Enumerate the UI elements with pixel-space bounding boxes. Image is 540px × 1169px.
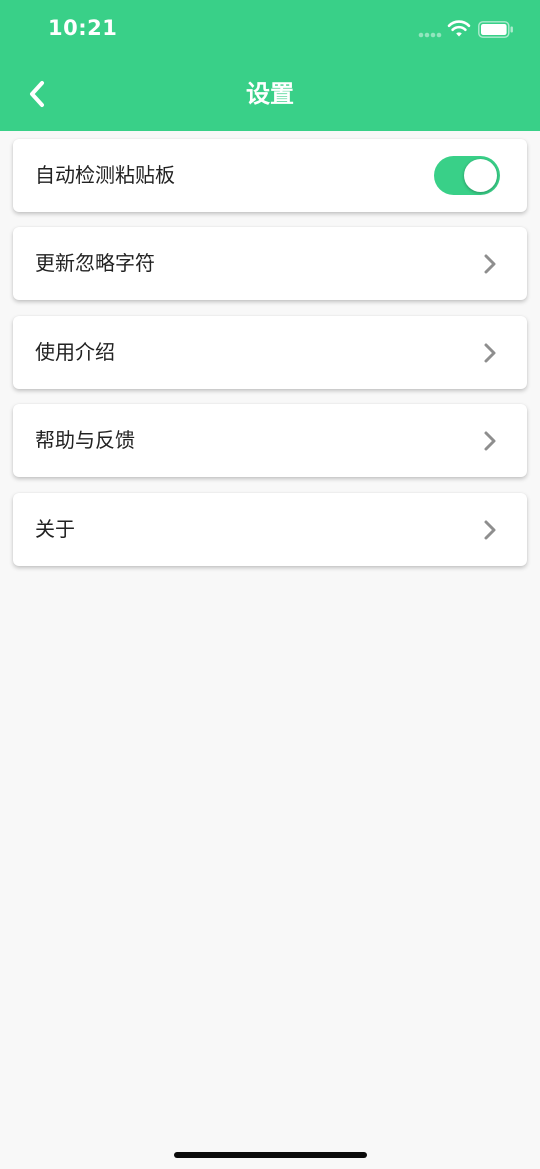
toggle-knob: [464, 159, 497, 192]
setting-help-feedback[interactable]: 帮助与反馈: [13, 404, 527, 477]
setting-about[interactable]: 关于: [13, 493, 527, 566]
setting-usage-intro[interactable]: 使用介绍: [13, 316, 527, 389]
chevron-right-icon: [484, 431, 496, 451]
setting-label: 自动检测粘贴板: [35, 163, 175, 187]
setting-label: 使用介绍: [35, 340, 115, 364]
wifi-icon: [447, 20, 471, 37]
chevron-right-icon: [484, 343, 496, 363]
battery-icon: [478, 21, 513, 38]
clipboard-toggle[interactable]: [434, 156, 500, 195]
app-bar: 10:21 设置: [0, 0, 540, 131]
page-title: 设置: [246, 80, 294, 108]
chevron-right-icon: [484, 520, 496, 540]
status-time: 10:21: [48, 16, 118, 40]
setting-label: 帮助与反馈: [35, 428, 135, 452]
setting-label: 更新忽略字符: [35, 251, 155, 275]
home-indicator[interactable]: [174, 1152, 367, 1158]
setting-update-ignored-chars[interactable]: 更新忽略字符: [13, 227, 527, 300]
setting-label: 关于: [35, 517, 75, 541]
signal-dots-icon: [418, 32, 442, 38]
chevron-right-icon: [484, 254, 496, 274]
setting-auto-detect-clipboard: 自动检测粘贴板: [13, 139, 527, 212]
